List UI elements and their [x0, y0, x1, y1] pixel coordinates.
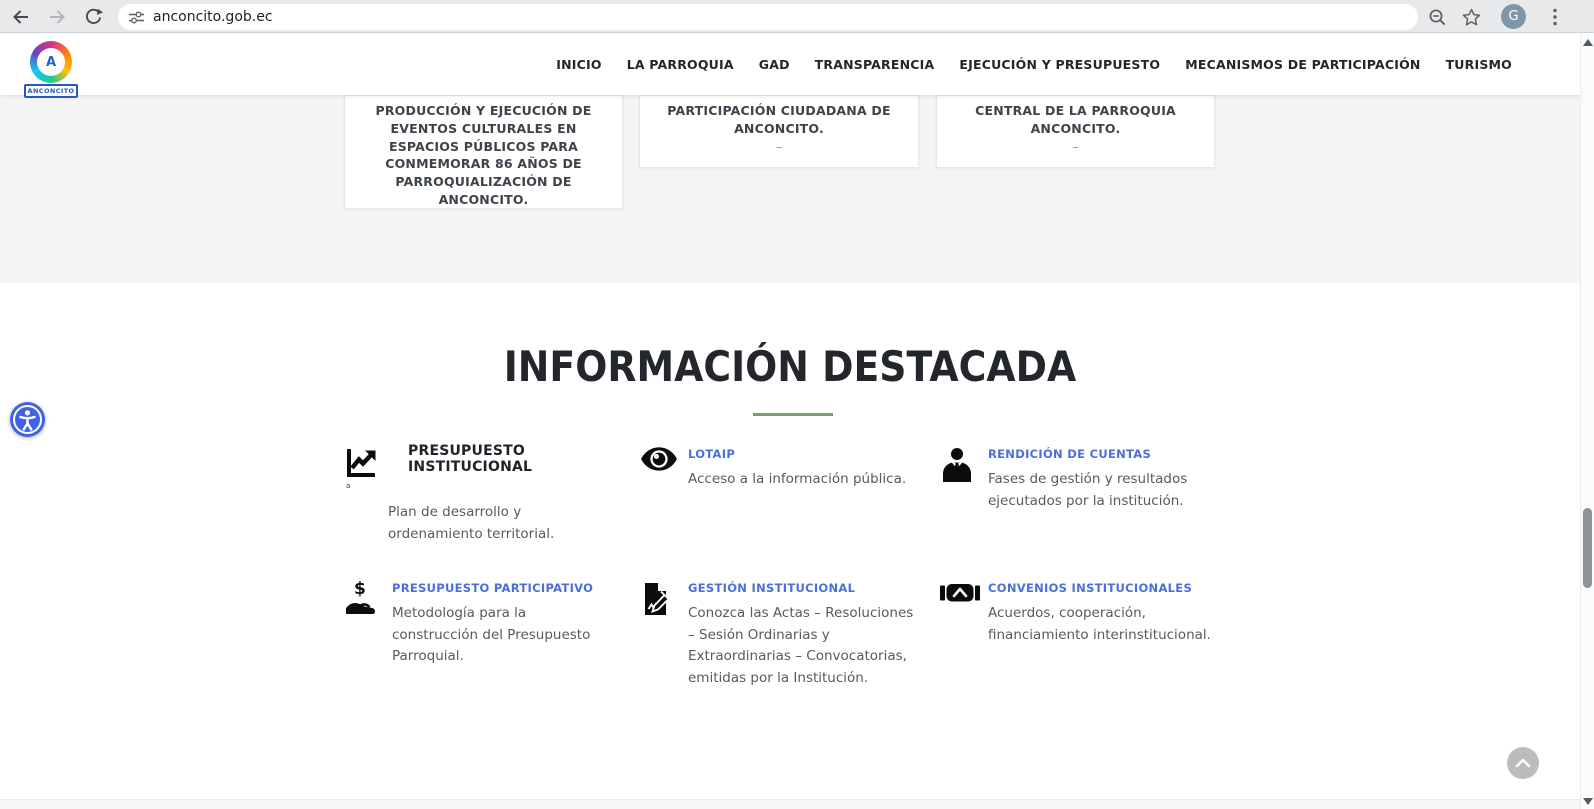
reload-icon: [84, 8, 103, 27]
zoom-out-icon: [1428, 8, 1447, 27]
featured-item-link[interactable]: LOTAIP: [688, 447, 735, 461]
news-card-meta: –: [640, 140, 918, 155]
reload-button[interactable]: [80, 4, 106, 30]
three-dots-icon: [1553, 8, 1557, 26]
featured-item-link[interactable]: RENDICIÓN DE CUENTAS: [988, 447, 1151, 461]
forward-arrow-icon: [47, 7, 67, 27]
svg-text:$: $: [354, 580, 366, 599]
featured-item-text: Conozca las Actas – Resoluciones – Sesió…: [688, 603, 920, 689]
featured-item: CONVENIOS INSTITUCIONALES Acuerdos, coop…: [940, 577, 1250, 646]
chevron-up-icon: [1515, 758, 1531, 768]
accessibility-button[interactable]: [10, 402, 45, 437]
news-card[interactable]: CENTRAL DE LA PARROQUIA ANCONCITO. –: [936, 95, 1215, 168]
nav-item-mecanismos-de-participacion[interactable]: MECANISMOS DE PARTICIPACIÓN: [1185, 57, 1420, 72]
scrollbar-down-arrow[interactable]: [1583, 798, 1593, 805]
featured-item: GESTIÓN INSTITUCIONAL Conozca las Actas …: [640, 577, 915, 689]
forward-button[interactable]: [44, 4, 70, 30]
featured-item: LOTAIP Acceso a la información pública.: [640, 443, 940, 491]
url-text: anconcito.gob.ec: [153, 9, 273, 25]
eye-icon[interactable]: [640, 446, 678, 476]
site-header: A ANCONCITO INICIO LA PARROQUIA GAD TRAN…: [0, 33, 1580, 95]
featured-item: $ PRESUPUESTO PARTICIPATIVO Metodología …: [344, 577, 624, 668]
news-card-title: PRODUCCIÓN Y EJECUCIÓN DE EVENTOS CULTUR…: [345, 96, 622, 209]
featured-item-text: Fases de gestión y resultados ejecutados…: [988, 469, 1240, 512]
logo-wordmark: ANCONCITO: [24, 84, 78, 98]
scroll-to-top-button[interactable]: [1507, 747, 1539, 779]
hand-dollar-icon[interactable]: $: [344, 580, 378, 620]
news-card[interactable]: PRODUCCIÓN Y EJECUCIÓN DE EVENTOS CULTUR…: [344, 95, 623, 209]
handshake-icon[interactable]: [940, 580, 980, 611]
featured-item-link[interactable]: PRESUPUESTO INSTITUCIONAL: [408, 443, 624, 475]
browser-menu-button[interactable]: [1542, 4, 1568, 30]
logo-letter: A: [46, 55, 56, 70]
featured-item-text: Plan de desarrollo y ordenamiento territ…: [388, 502, 598, 545]
section-heading: INFORMACIÓN DESTACADA: [79, 342, 1501, 391]
news-card[interactable]: PARTICIPACIÓN CIUDADANA DE ANCONCITO. –: [639, 95, 919, 168]
nav-item-inicio[interactable]: INICIO: [556, 57, 601, 72]
site-logo[interactable]: A ANCONCITO: [24, 41, 78, 98]
nav-item-la-parroquia[interactable]: LA PARROQUIA: [627, 57, 734, 72]
news-section: PRODUCCIÓN Y EJECUCIÓN DE EVENTOS CULTUR…: [0, 95, 1580, 283]
star-icon: [1462, 8, 1481, 27]
featured-item-text: Acuerdos, cooperación, financiamiento in…: [988, 603, 1233, 646]
avatar-letter: G: [1508, 9, 1518, 24]
document-pen-icon[interactable]: [640, 580, 674, 622]
site-settings-icon[interactable]: [129, 10, 144, 25]
featured-item-text: Metodología para la construcción del Pre…: [392, 603, 614, 668]
browser-toolbar: anconcito.gob.ec G: [0, 0, 1594, 33]
news-card-meta: –: [937, 140, 1214, 155]
news-card-title: PARTICIPACIÓN CIUDADANA DE ANCONCITO.: [640, 96, 918, 138]
profile-avatar[interactable]: G: [1501, 4, 1526, 29]
nav-item-transparencia[interactable]: TRANSPARENCIA: [815, 57, 935, 72]
featured-item: a PRESUPUESTO INSTITUCIONAL Plan de desa…: [344, 443, 624, 545]
featured-item: RENDICIÓN DE CUENTAS Fases de gestión y …: [940, 443, 1240, 512]
logo-emblem-icon: A: [30, 41, 72, 83]
scrollbar[interactable]: [1580, 33, 1594, 809]
featured-item-link[interactable]: CONVENIOS INSTITUCIONALES: [988, 581, 1192, 595]
bookmark-button[interactable]: [1458, 4, 1484, 30]
nav-item-gad[interactable]: GAD: [759, 57, 790, 72]
featured-item-link[interactable]: PRESUPUESTO PARTICIPATIVO: [392, 581, 593, 595]
icon-caption: a: [346, 482, 350, 490]
back-arrow-icon: [11, 7, 31, 27]
next-section-strip: [0, 799, 1580, 809]
url-bar[interactable]: anconcito.gob.ec: [118, 4, 1418, 30]
main-navigation: INICIO LA PARROQUIA GAD TRANSPARENCIA EJ…: [556, 33, 1512, 95]
nav-item-turismo[interactable]: TURISMO: [1446, 57, 1512, 72]
featured-item-link[interactable]: GESTIÓN INSTITUCIONAL: [688, 581, 855, 595]
heading-divider: [753, 413, 833, 416]
zoom-out-button[interactable]: [1424, 4, 1450, 30]
featured-item-text: Acceso a la información pública.: [688, 469, 928, 491]
businessman-icon[interactable]: [940, 446, 974, 488]
line-chart-icon[interactable]: [344, 446, 378, 484]
news-card-title: CENTRAL DE LA PARROQUIA ANCONCITO.: [937, 96, 1214, 138]
back-button[interactable]: [8, 4, 34, 30]
scrollbar-up-arrow[interactable]: [1583, 39, 1593, 46]
accessibility-icon: [10, 402, 45, 437]
nav-item-ejecucion-y-presupuesto[interactable]: EJECUCIÓN Y PRESUPUESTO: [959, 57, 1160, 72]
scrollbar-thumb[interactable]: [1583, 508, 1592, 588]
